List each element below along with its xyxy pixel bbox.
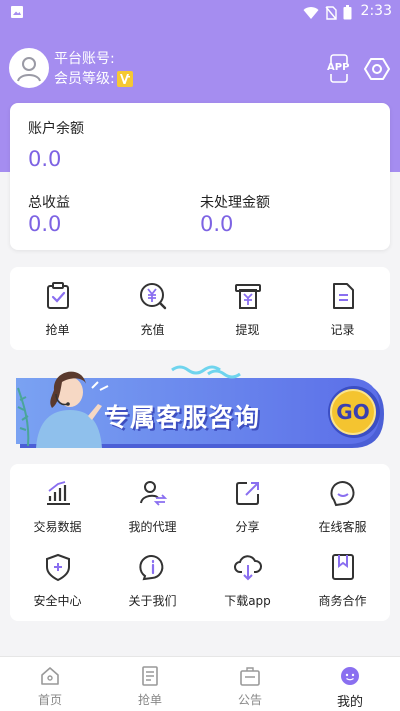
tab-home-label: 首页 <box>37 693 62 707</box>
info-icon <box>138 555 163 581</box>
business-label: 商务合作 <box>318 594 367 608</box>
account-label: 平台账号: <box>54 51 115 67</box>
document-icon <box>332 283 354 309</box>
yuan-search-icon <box>139 283 166 310</box>
tab-notice-label: 公告 <box>237 693 262 707</box>
avatar[interactable] <box>9 48 49 88</box>
grab-order-label: 抢单 <box>45 323 70 337</box>
pending-amount-label: 未处理金额 <box>200 195 270 211</box>
user-avatar-icon <box>12 51 46 85</box>
trade-data-button[interactable]: 交易数据 <box>10 478 105 535</box>
customer-service-banner[interactable]: 专属客服咨询 GO <box>12 360 388 456</box>
security-center-button[interactable]: 安全中心 <box>10 552 105 609</box>
trade-data-label: 交易数据 <box>33 520 82 534</box>
security-center-label: 安全中心 <box>33 594 82 608</box>
records-button[interactable]: 记录 <box>295 281 390 338</box>
profile-summary[interactable]: 平台账号: 会员等级: <box>9 48 309 90</box>
tab-grab-order[interactable]: 抢单 <box>100 657 200 711</box>
tab-mine[interactable]: 我的 <box>300 657 400 711</box>
app-button-label: APP <box>327 62 350 73</box>
clock: 2:33 <box>360 3 392 19</box>
business-button[interactable]: 商务合作 <box>295 552 390 609</box>
home-icon <box>41 667 59 685</box>
app-download-button[interactable]: APP <box>326 54 352 84</box>
about-us-label: 关于我们 <box>128 594 177 608</box>
withdraw-button[interactable]: 提现 <box>200 281 295 338</box>
wifi-icon <box>303 6 319 19</box>
share-icon <box>235 482 259 505</box>
settings-hexagon-icon <box>364 58 390 80</box>
withdraw-label: 提现 <box>235 323 260 337</box>
tab-notice[interactable]: 公告 <box>200 657 300 711</box>
tab-home[interactable]: 首页 <box>0 657 100 711</box>
bar-chart-icon <box>46 481 70 505</box>
banner-text: 专属客服咨询 <box>104 403 261 432</box>
account-balance-label: 账户余额 <box>28 121 84 137</box>
share-button[interactable]: 分享 <box>200 478 295 535</box>
download-app-button[interactable]: 下载app <box>200 552 295 609</box>
my-agent-label: 我的代理 <box>128 520 177 534</box>
total-income-label: 总收益 <box>28 195 70 211</box>
cloud-download-icon <box>233 555 262 581</box>
list-icon <box>142 666 158 686</box>
image-icon <box>11 6 23 18</box>
printer-yuan-icon <box>234 284 261 309</box>
shield-icon <box>45 553 70 582</box>
briefcase-icon <box>240 667 260 686</box>
download-app-label: 下载app <box>224 594 271 608</box>
vip-badge-icon <box>116 71 133 87</box>
recharge-label: 充值 <box>140 323 165 337</box>
member-level: 会员等级: <box>54 70 133 88</box>
my-agent-button[interactable]: 我的代理 <box>105 478 200 535</box>
online-service-button[interactable]: 在线客服 <box>295 478 390 535</box>
battery-icon <box>343 5 352 20</box>
status-bar: 2:33 <box>0 0 400 24</box>
about-us-button[interactable]: 关于我们 <box>105 552 200 609</box>
grab-order-button[interactable]: 抢单 <box>10 281 105 338</box>
chat-face-icon <box>330 481 354 507</box>
level-label: 会员等级: <box>54 71 115 87</box>
go-button[interactable]: GO <box>331 400 375 424</box>
pending-amount-value: 0.0 <box>200 212 234 236</box>
bookmark-icon <box>331 554 354 580</box>
share-label: 分享 <box>235 520 260 534</box>
tab-mine-label: 我的 <box>336 695 363 710</box>
no-sim-icon <box>325 5 337 20</box>
clipboard-check-icon <box>46 282 69 309</box>
services-card: 交易数据 我的代理 分享 在线客服 安全中心 关于我们 下载app 商务合作 <box>10 464 390 621</box>
quick-actions-card: 抢单 充值 提现 记录 <box>10 267 390 350</box>
bottom-tab-bar: 首页 抢单 公告 我的 <box>0 656 400 711</box>
account-balance-value: 0.0 <box>28 147 62 171</box>
settings-button[interactable] <box>364 54 390 84</box>
user-swap-icon <box>139 481 167 506</box>
records-label: 记录 <box>330 323 355 337</box>
recharge-button[interactable]: 充值 <box>105 281 200 338</box>
balance-card: 账户余额 0.0 总收益 0.0 未处理金额 0.0 <box>10 103 390 250</box>
online-service-label: 在线客服 <box>318 520 367 534</box>
face-icon <box>341 667 359 685</box>
tab-grab-order-label: 抢单 <box>137 693 162 707</box>
total-income-value: 0.0 <box>28 212 62 236</box>
